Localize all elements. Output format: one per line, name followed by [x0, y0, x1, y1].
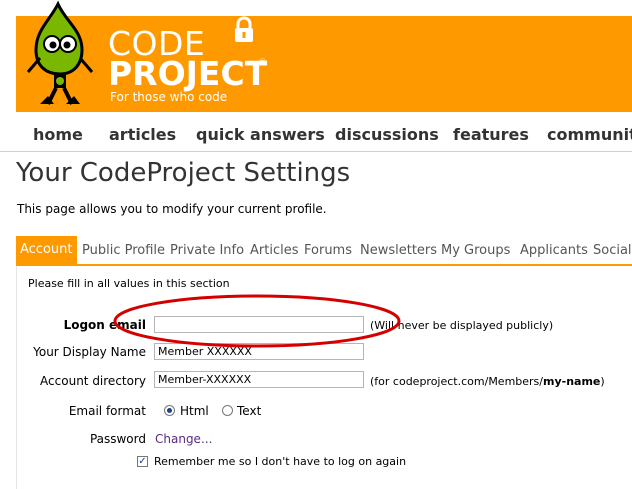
nav-articles[interactable]: articles	[109, 125, 176, 144]
tab-public-profile[interactable]: Public Profile	[82, 243, 165, 258]
change-password-link[interactable]: Change...	[155, 432, 212, 446]
email-format-text-radio[interactable]	[222, 405, 233, 416]
email-format-html-radio[interactable]	[164, 405, 175, 416]
account-directory-hint-suffix: )	[600, 375, 605, 388]
tab-private-info[interactable]: Private Info	[170, 243, 244, 258]
codeproject-mascot-icon[interactable]	[20, 0, 100, 112]
nav-quick-answers[interactable]: quick answers	[196, 125, 325, 144]
page-title: Your CodeProject Settings	[16, 158, 351, 188]
account-directory-hint: (for codeproject.com/Members/my-name)	[370, 375, 605, 388]
tab-articles[interactable]: Articles	[250, 243, 298, 258]
remember-me-checkbox[interactable]: ✓	[137, 456, 148, 467]
email-format-label: Email format	[68, 404, 146, 418]
remember-me-label[interactable]: Remember me so I don't have to log on ag…	[154, 455, 406, 468]
email-format-text-label[interactable]: Text	[237, 404, 261, 418]
nav-home[interactable]: home	[33, 125, 83, 144]
account-directory-hint-bold: my-name	[543, 375, 601, 388]
site-header: CODE PROJECT ® For those who code	[0, 0, 632, 115]
tab-my-groups[interactable]: My Groups	[441, 243, 510, 258]
section-note: Please fill in all values in this sectio…	[28, 277, 230, 290]
settings-tabs: Account Public Profile Private Info Arti…	[16, 236, 632, 266]
nav-features[interactable]: features	[453, 125, 529, 144]
brand-project-text: PROJECT	[108, 54, 268, 93]
page-description: This page allows you to modify your curr…	[17, 202, 327, 216]
account-directory-hint-prefix: (for codeproject.com/Members/	[370, 375, 543, 388]
nav-discussions[interactable]: discussions	[335, 125, 439, 144]
registered-mark: ®	[258, 58, 267, 68]
tab-social[interactable]: Social	[593, 243, 632, 258]
brand-tagline: For those who code	[110, 90, 228, 104]
nav-community[interactable]: community	[547, 125, 632, 144]
highlight-ellipse-annotation	[113, 294, 401, 348]
tab-forums[interactable]: Forums	[304, 243, 352, 258]
email-format-html-label[interactable]: Html	[180, 404, 209, 418]
account-directory-label: Account directory	[40, 374, 146, 388]
account-directory-input[interactable]	[154, 371, 364, 388]
main-nav: home articles quick answers discussions …	[0, 121, 632, 152]
lock-icon	[235, 16, 253, 42]
tab-newsletters[interactable]: Newsletters	[360, 243, 437, 258]
tab-applicants[interactable]: Applicants	[520, 243, 588, 258]
tab-account[interactable]: Account	[16, 236, 77, 264]
password-label: Password	[89, 432, 146, 446]
